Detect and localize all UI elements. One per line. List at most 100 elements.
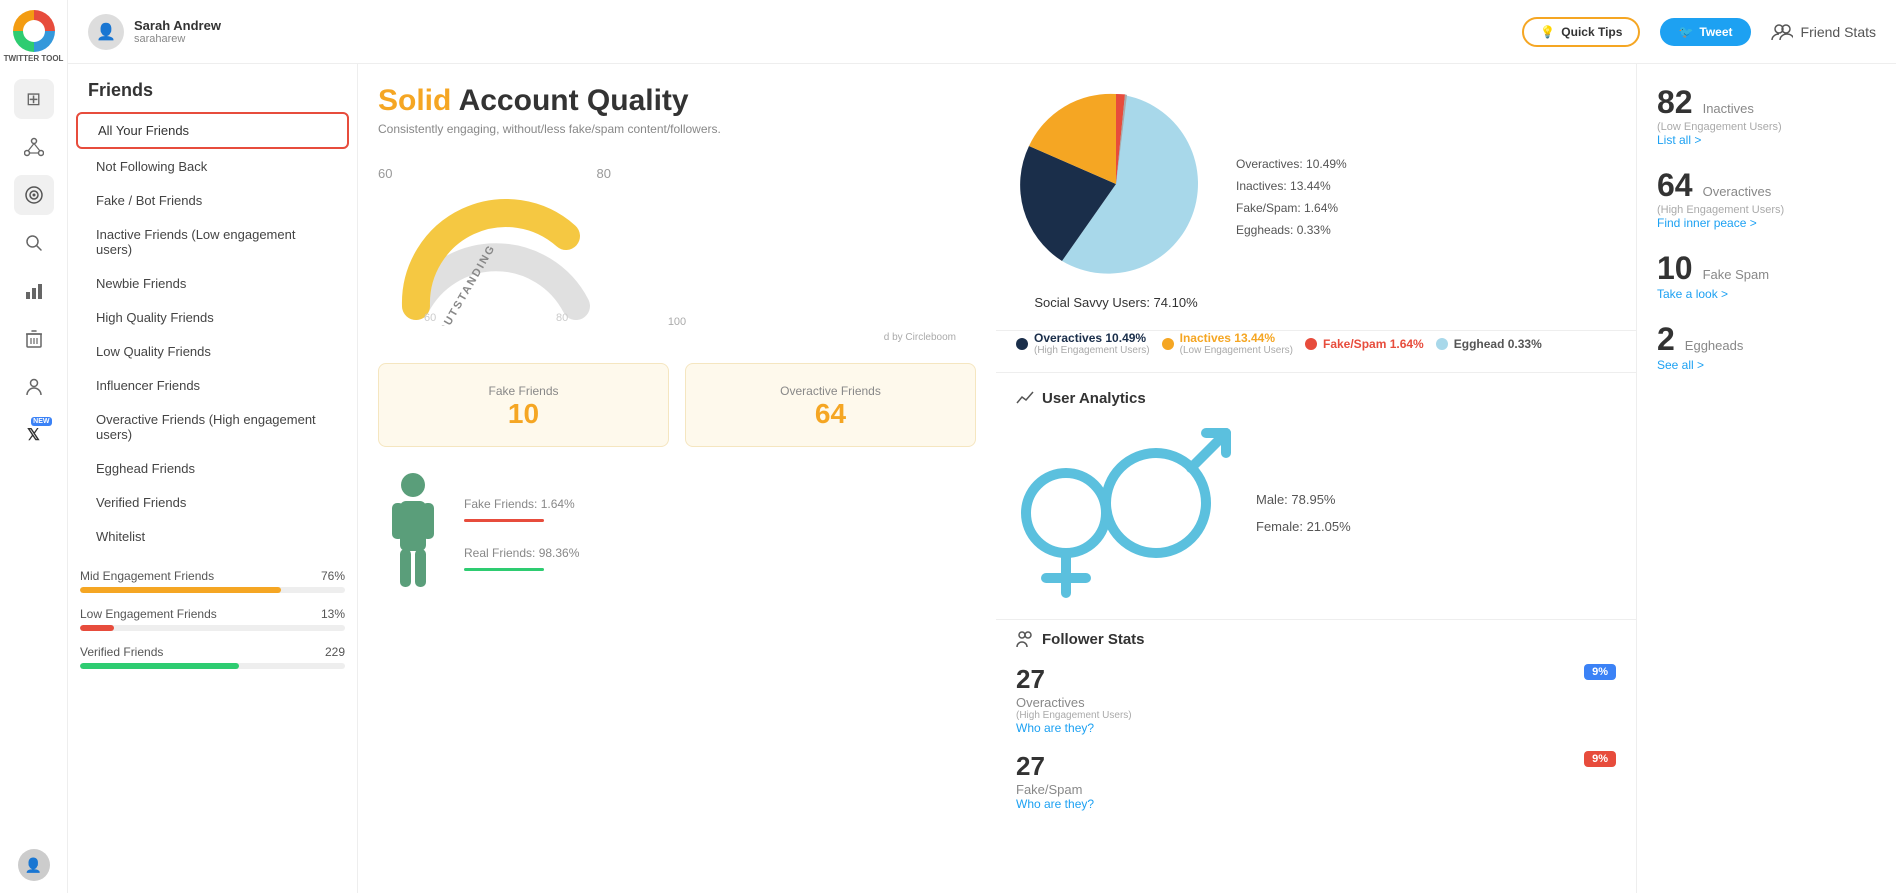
- quality-title: Solid Account Quality: [378, 84, 976, 118]
- eggheads-label: Eggheads: [1685, 338, 1744, 353]
- follower-overactives-badge: 9%: [1584, 664, 1616, 680]
- follower-overactives-sub: (High Engagement Users): [1016, 710, 1132, 721]
- user-handle: saraharew: [134, 33, 221, 45]
- user-name: Sarah Andrew: [134, 18, 221, 33]
- male-symbol: [1096, 423, 1236, 563]
- pie-section: Social Savvy Users: 74.10% Overactives: …: [996, 64, 1636, 331]
- nav-item-fake-bot[interactable]: Fake / Bot Friends: [76, 184, 349, 217]
- quality-solid: Solid: [378, 84, 451, 117]
- follower-overactives-number: 27: [1016, 664, 1132, 695]
- new-badge-label: NEW: [31, 417, 51, 426]
- target-nav-icon[interactable]: [14, 175, 54, 215]
- fakespam-link[interactable]: Take a look >: [1657, 287, 1876, 301]
- fake-friends-box: Fake Friends 10: [378, 363, 669, 447]
- gender-icons-area: [1016, 423, 1236, 603]
- follower-overactives-link[interactable]: Who are they?: [1016, 721, 1132, 735]
- trash-nav-icon[interactable]: [14, 319, 54, 359]
- badge-inactives-label: Inactives 13.44%: [1180, 331, 1275, 345]
- male-percent: Male: 78.95%: [1256, 492, 1351, 507]
- badge-fakespam-label: Fake/Spam 1.64%: [1323, 337, 1424, 351]
- badge-overactives-label: Overactives 10.49%: [1034, 331, 1146, 345]
- nav-item-newbie[interactable]: Newbie Friends: [76, 267, 349, 300]
- overactive-friends-label: Overactive Friends: [702, 384, 959, 398]
- badge-overactives: Overactives 10.49% (High Engagement User…: [1016, 331, 1150, 356]
- nav-item-all-friends[interactable]: All Your Friends: [76, 112, 349, 149]
- quick-tips-button[interactable]: 💡 Quick Tips: [1522, 17, 1640, 47]
- eggheads-link[interactable]: See all >: [1657, 358, 1876, 372]
- person-nav-icon[interactable]: [14, 367, 54, 407]
- left-nav: Friends All Your Friends Not Following B…: [68, 64, 358, 893]
- badge-inactives-sub: (Low Engagement Users): [1180, 345, 1293, 356]
- follower-overactives-label: Overactives: [1016, 695, 1132, 710]
- fakespam-dot: [1305, 338, 1317, 350]
- engagement-section: Mid Engagement Friends76% Low Engagement…: [80, 569, 345, 669]
- topbar: 👤 Sarah Andrew saraharew 💡 Quick Tips 🐦 …: [68, 0, 1896, 64]
- search-nav-icon[interactable]: [14, 223, 54, 263]
- tweet-label: Tweet: [1699, 25, 1732, 39]
- low-engagement-label: Low Engagement Friends13%: [80, 607, 345, 621]
- overactives-link[interactable]: Find inner peace >: [1657, 216, 1876, 230]
- center-panel: Solid Account Quality Consistently engag…: [358, 64, 996, 893]
- legend-eggheads: Eggheads: 0.33%: [1236, 223, 1347, 237]
- verified-friends-label: Verified Friends229: [80, 645, 345, 659]
- overactives-number: 64: [1657, 167, 1693, 204]
- inactives-dot: [1162, 338, 1174, 350]
- quick-tips-icon: 💡: [1540, 25, 1555, 39]
- mid-engagement-label: Mid Engagement Friends76%: [80, 569, 345, 583]
- fakespam-label: Fake Spam: [1703, 267, 1769, 282]
- follower-stats-icon: [1016, 630, 1034, 648]
- eggheads-number: 2: [1657, 321, 1675, 358]
- quality-subtitle: Consistently engaging, without/less fake…: [378, 122, 976, 136]
- nav-item-influencer[interactable]: Influencer Friends: [76, 369, 349, 402]
- nav-item-not-following[interactable]: Not Following Back: [76, 150, 349, 183]
- follower-stats-section: Follower Stats 27 Overactives (High Enga…: [996, 619, 1636, 821]
- chart-nav-icon[interactable]: [14, 271, 54, 311]
- fake-friends-percent-label: Fake Friends: 1.64%: [464, 497, 579, 511]
- overactives-dot: [1016, 338, 1028, 350]
- eggheads-stat: 2 Eggheads See all >: [1657, 321, 1876, 372]
- fake-friends-label: Fake Friends: [395, 384, 652, 398]
- inactives-sub: (Low Engagement Users): [1657, 121, 1876, 133]
- gauge-chart: OUTSTANDING 60 80: [396, 156, 596, 326]
- friend-stats-label: Friend Stats: [1801, 24, 1876, 40]
- nav-item-egghead[interactable]: Egghead Friends: [76, 452, 349, 485]
- nav-item-verified[interactable]: Verified Friends: [76, 486, 349, 519]
- social-savvy-label: Social Savvy Users: 74.10%: [1016, 295, 1216, 310]
- network-nav-icon[interactable]: [14, 127, 54, 167]
- user-avatar-bottom[interactable]: 👤: [18, 849, 50, 881]
- legend-overactives: Overactives: 10.49%: [1236, 157, 1347, 171]
- icon-sidebar: TWITTER TOOL ⊞: [0, 0, 68, 893]
- grid-nav-icon[interactable]: ⊞: [14, 79, 54, 119]
- follower-stats-title: Follower Stats: [1016, 630, 1616, 648]
- real-friends-percent-label: Real Friends: 98.36%: [464, 546, 579, 560]
- overactives-stat: 64 Overactives (High Engagement Users) F…: [1657, 167, 1876, 230]
- nav-item-low-quality[interactable]: Low Quality Friends: [76, 335, 349, 368]
- pie-badges: Overactives 10.49% (High Engagement User…: [996, 331, 1636, 372]
- inactives-label: Inactives: [1703, 101, 1754, 116]
- badge-overactives-sub: (High Engagement Users): [1034, 345, 1150, 356]
- twitter-bird-icon: 🐦: [1678, 25, 1693, 39]
- stats-boxes: Fake Friends 10 Overactive Friends 64: [378, 363, 976, 447]
- far-right-stats: 82 Inactives (Low Engagement Users) List…: [1636, 64, 1896, 893]
- logo-icon: [13, 10, 55, 52]
- inactives-link[interactable]: List all >: [1657, 133, 1876, 147]
- female-percent: Female: 21.05%: [1256, 519, 1351, 534]
- fake-friends-value: 10: [395, 398, 652, 430]
- nav-item-overactive[interactable]: Overactive Friends (High engagement user…: [76, 403, 349, 451]
- legend-inactives: Inactives: 13.44%: [1236, 179, 1347, 193]
- x-nav-icon[interactable]: 𝕏 NEW: [14, 415, 54, 455]
- person-figure-icon: [378, 467, 448, 607]
- overactive-friends-box: Overactive Friends 64: [685, 363, 976, 447]
- nav-title: Friends: [68, 80, 357, 111]
- nav-item-inactive[interactable]: Inactive Friends (Low engagement users): [76, 218, 349, 266]
- tweet-button[interactable]: 🐦 Tweet: [1660, 18, 1750, 46]
- nav-item-high-quality[interactable]: High Quality Friends: [76, 301, 349, 334]
- inactives-stat: 82 Inactives (Low Engagement Users) List…: [1657, 84, 1876, 147]
- overactives-sub: (High Engagement Users): [1657, 204, 1876, 216]
- friend-stats-button[interactable]: Friend Stats: [1771, 23, 1876, 41]
- nav-item-whitelist[interactable]: Whitelist: [76, 520, 349, 553]
- fakespam-stat: 10 Fake Spam Take a look >: [1657, 250, 1876, 301]
- badge-fakespam: Fake/Spam 1.64%: [1305, 331, 1424, 356]
- pie-chart: [1016, 84, 1216, 284]
- follower-fakespam-link[interactable]: Who are they?: [1016, 797, 1094, 811]
